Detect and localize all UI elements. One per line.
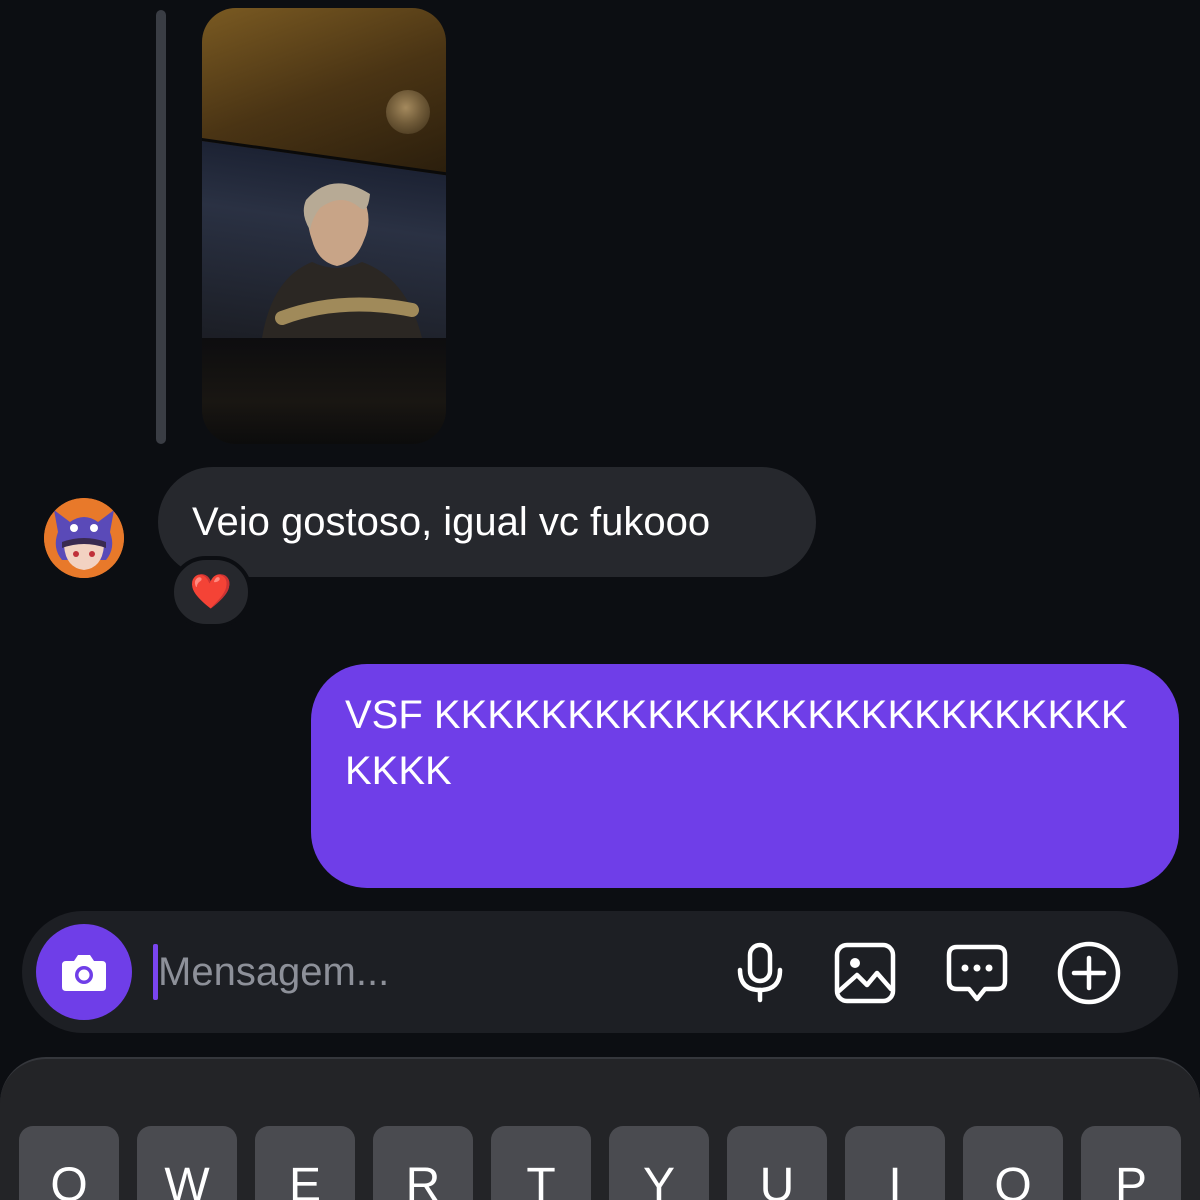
microphone-button[interactable]	[727, 940, 793, 1006]
smoke-detector	[386, 90, 430, 134]
key-q[interactable]: Q	[19, 1126, 119, 1200]
camera-button[interactable]	[36, 924, 132, 1020]
message-input[interactable]	[158, 944, 678, 1000]
shared-story-image[interactable]	[202, 8, 446, 444]
sticker-icon	[946, 944, 1008, 1002]
outgoing-message-bubble[interactable]: VSF KKKKKKKKKKKKKKKKKKKKKKKKKKKKKK	[311, 664, 1179, 888]
key-y[interactable]: Y	[609, 1126, 709, 1200]
key-e[interactable]: E	[255, 1126, 355, 1200]
reply-indicator-bar	[156, 10, 166, 444]
key-o[interactable]: O	[963, 1126, 1063, 1200]
incoming-message-text: Veio gostoso, igual vc fukooo	[192, 500, 711, 544]
incoming-message-bubble[interactable]: Veio gostoso, igual vc fukooo	[158, 467, 816, 577]
key-u[interactable]: U	[727, 1126, 827, 1200]
more-options-button[interactable]	[1056, 940, 1122, 1006]
chat-screen: Veio gostoso, igual vc fukooo ❤️ VSF KKK…	[0, 0, 1200, 1200]
gallery-button[interactable]	[832, 940, 898, 1006]
key-r[interactable]: R	[373, 1126, 473, 1200]
microphone-icon	[737, 942, 783, 1003]
key-w[interactable]: W	[137, 1126, 237, 1200]
camera-icon	[62, 955, 106, 991]
man-in-car-figure	[262, 183, 422, 338]
key-p[interactable]: P	[1081, 1126, 1181, 1200]
gallery-icon	[834, 942, 896, 1004]
key-i[interactable]: I	[845, 1126, 945, 1200]
outgoing-message-text: VSF KKKKKKKKKKKKKKKKKKKKKKKKKKKKKK	[345, 693, 1128, 793]
heart-reaction[interactable]: ❤️	[170, 556, 252, 628]
story-floor-area	[202, 338, 446, 444]
plus-icon	[1057, 941, 1121, 1005]
avatar[interactable]	[44, 498, 124, 578]
avatar-illustration	[44, 498, 124, 578]
sticker-button[interactable]	[944, 940, 1010, 1006]
key-t[interactable]: T	[491, 1126, 591, 1200]
heart-icon: ❤️	[189, 573, 233, 611]
